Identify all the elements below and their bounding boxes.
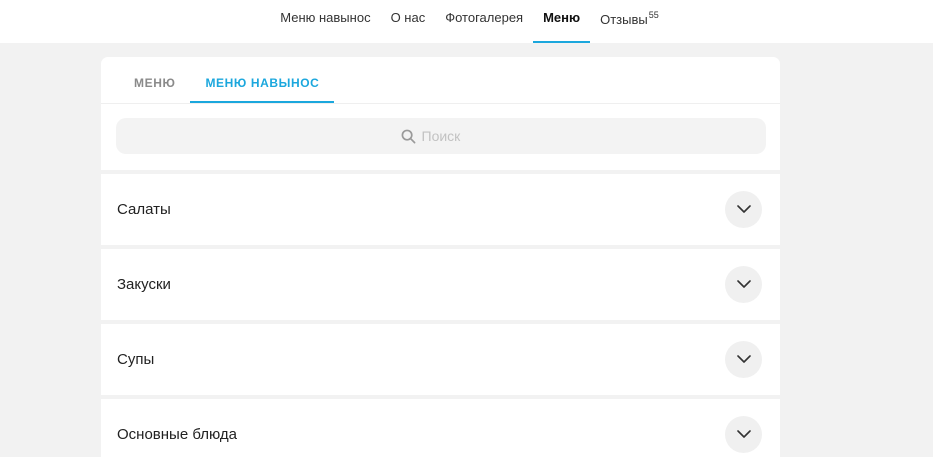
chevron-down-icon[interactable] — [725, 416, 762, 453]
top-navigation: Меню навынос О нас Фотогалерея Меню Отзы… — [0, 0, 933, 43]
section-main-courses[interactable]: Основные блюда — [101, 395, 780, 457]
tab-menu[interactable]: МЕНЮ — [119, 57, 190, 103]
chevron-down-icon[interactable] — [725, 341, 762, 378]
nav-item-reviews[interactable]: Отзывы55 — [590, 0, 669, 43]
nav-item-gallery[interactable]: Фотогалерея — [435, 0, 533, 43]
section-soups[interactable]: Супы — [101, 320, 780, 395]
search-icon — [401, 129, 416, 144]
nav-item-menu[interactable]: Меню — [533, 0, 591, 43]
chevron-down-icon[interactable] — [725, 191, 762, 228]
menu-sections: Салаты Закуски Супы Основные блюда — [101, 170, 780, 457]
menu-card: МЕНЮ МЕНЮ НАВЫНОС Салаты Закуски — [101, 57, 780, 457]
section-title: Основные блюда — [117, 426, 238, 443]
nav-item-label: Меню — [543, 10, 581, 25]
nav-item-label: Меню навынос — [280, 10, 371, 25]
nav-item-about[interactable]: О нас — [381, 0, 436, 43]
nav-item-label: Отзывы — [600, 12, 648, 27]
search-box[interactable] — [116, 118, 766, 154]
reviews-count-badge: 55 — [648, 10, 659, 20]
nav-item-label: Фотогалерея — [445, 10, 524, 25]
search-input[interactable] — [421, 128, 482, 144]
menu-tabs: МЕНЮ МЕНЮ НАВЫНОС — [101, 57, 780, 104]
chevron-down-icon[interactable] — [725, 266, 762, 303]
top-navigation-menu: Меню навынос О нас Фотогалерея Меню Отзы… — [270, 0, 669, 43]
section-salads[interactable]: Салаты — [101, 170, 780, 245]
tab-takeaway-menu[interactable]: МЕНЮ НАВЫНОС — [190, 57, 335, 103]
section-title: Супы — [117, 351, 155, 368]
nav-item-label: О нас — [390, 10, 426, 25]
search-container — [101, 104, 780, 154]
section-title: Закуски — [117, 276, 171, 293]
nav-item-takeaway-menu[interactable]: Меню навынос — [270, 0, 380, 43]
section-title: Салаты — [117, 201, 171, 218]
section-appetizers[interactable]: Закуски — [101, 245, 780, 320]
